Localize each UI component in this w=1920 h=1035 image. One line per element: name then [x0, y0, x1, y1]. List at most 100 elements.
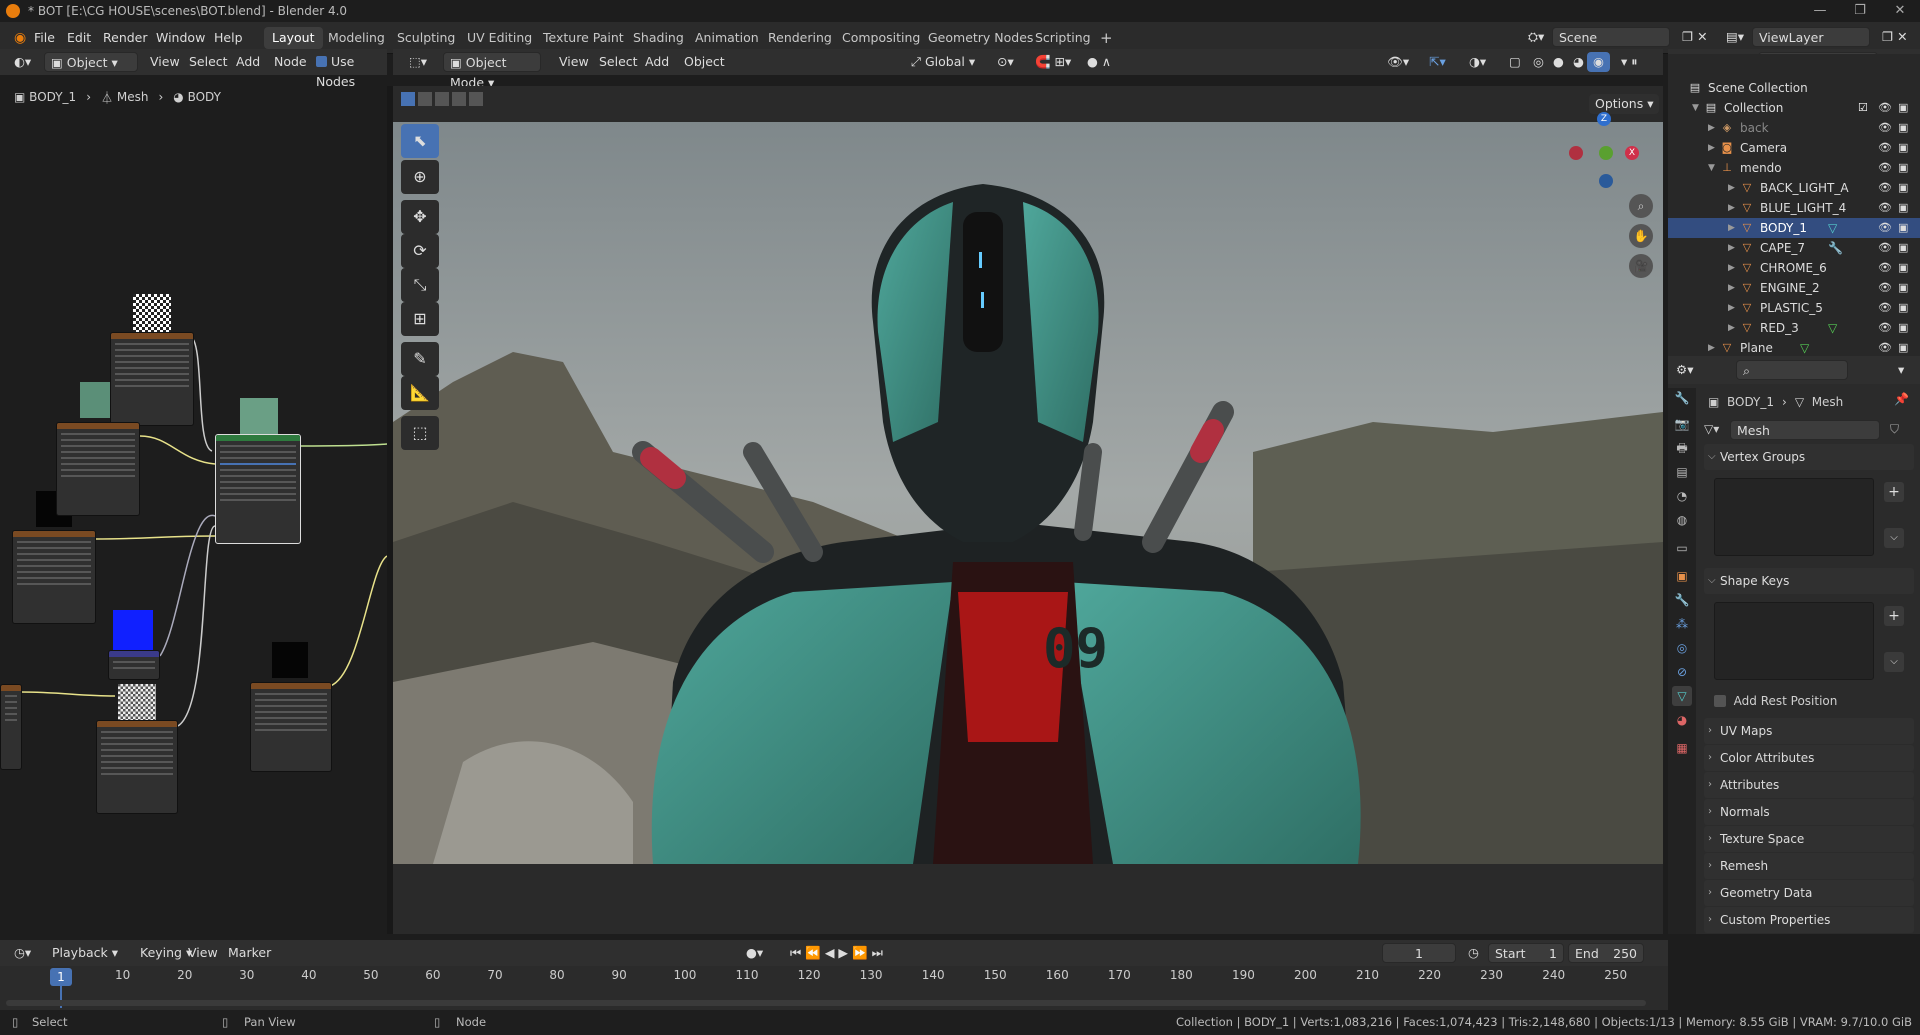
eye-icon[interactable]: 👁	[1878, 158, 1892, 178]
overlay-icon[interactable]: ◑▾	[1463, 52, 1492, 72]
shader-node-editor[interactable]: ▣ BODY_1 › ⏃ Mesh › ◕ BODY	[0, 86, 387, 934]
select-box-tool[interactable]: ⬉	[401, 124, 439, 158]
shading-options-icon[interactable]: ▾ ⏸	[1615, 52, 1644, 72]
tab-scripting[interactable]: Scripting	[1027, 27, 1099, 49]
expand-icon[interactable]: ▼	[1692, 98, 1699, 118]
navigation-gizmo[interactable]: Z X	[1569, 112, 1645, 188]
normal-map-node[interactable]	[108, 650, 160, 680]
axis-y-icon[interactable]	[1599, 146, 1613, 160]
checkbox-icon[interactable]: ☑	[1858, 98, 1868, 118]
zoom-icon[interactable]: ⌕	[1629, 194, 1653, 218]
camera-render-icon[interactable]: ▣	[1898, 258, 1908, 278]
select-new-icon[interactable]	[401, 92, 415, 106]
node-menu-view[interactable]: View	[144, 52, 186, 72]
menu-edit[interactable]: Edit	[61, 28, 97, 48]
expand-icon[interactable]: ▶	[1728, 258, 1735, 278]
expand-icon[interactable]: ▶	[1708, 338, 1715, 358]
mesh-data-icon[interactable]: ▽	[1828, 218, 1837, 238]
texture-tab-icon[interactable]: ▦	[1672, 738, 1692, 758]
eye-icon[interactable]: 👁	[1878, 98, 1892, 118]
add-workspace-icon[interactable]: +	[1092, 27, 1121, 49]
camera-render-icon[interactable]: ▣	[1898, 198, 1908, 218]
node-menu-add[interactable]: Add	[230, 52, 266, 72]
tab-compositing[interactable]: Compositing	[834, 27, 928, 49]
camera-render-icon[interactable]: ▣	[1898, 118, 1908, 138]
timeline-editor[interactable]: ◷▾ Playback ▾ Keying ▾ View Marker ●▾ ⏮⏪…	[0, 940, 1668, 1010]
expand-icon[interactable]: ▶	[1728, 278, 1735, 298]
principled-bsdf-node[interactable]	[215, 434, 301, 544]
expand-icon[interactable]: ▶	[1708, 138, 1715, 158]
pan-hand-icon[interactable]: ✋	[1629, 224, 1653, 248]
section-normals[interactable]: › Normals	[1704, 799, 1914, 825]
mode-select[interactable]: ▣ Object Mode ▾	[443, 52, 541, 90]
outliner-row[interactable]: ▶ ▽ Plane ▽ 👁 ▣	[1668, 338, 1920, 358]
viewport-menu-view[interactable]: View	[553, 52, 595, 72]
outliner-row[interactable]: ▶ ▽ PLASTIC_5 👁 ▣	[1668, 298, 1920, 318]
output-tab-icon[interactable]: 🖶	[1672, 438, 1692, 458]
editor-type-icon[interactable]: ◐▾	[8, 52, 37, 72]
eye-icon[interactable]: 👁	[1878, 298, 1892, 318]
eye-icon[interactable]: 👁	[1878, 218, 1892, 238]
camera-render-icon[interactable]: ▣	[1898, 138, 1908, 158]
scene-icon[interactable]: ⛭▾	[1522, 27, 1550, 47]
eye-icon[interactable]: 👁	[1878, 138, 1892, 158]
image-texture-node[interactable]	[250, 682, 332, 772]
image-texture-node[interactable]	[0, 684, 22, 770]
tab-geometry-nodes[interactable]: Geometry Nodes	[920, 27, 1041, 49]
constraints-tab-icon[interactable]: ⊘	[1672, 662, 1692, 682]
outliner-row[interactable]: ▶ ◙ Camera 👁 ▣	[1668, 138, 1920, 158]
close-icon[interactable]: ✕	[1880, 0, 1920, 22]
options-dropdown[interactable]: Options ▾	[1589, 94, 1660, 114]
expand-icon[interactable]: ▼	[1708, 158, 1715, 178]
transform-orientation[interactable]: ⤢ Global ▾	[905, 52, 981, 72]
render-tab-icon[interactable]: 📷	[1672, 414, 1692, 434]
eye-icon[interactable]: 👁	[1878, 238, 1892, 258]
eye-icon[interactable]: 👁	[1878, 178, 1892, 198]
camera-render-icon[interactable]: ▣	[1898, 298, 1908, 318]
properties-search-input[interactable]: ⌕	[1736, 360, 1848, 380]
select-mode-buttons[interactable]	[401, 92, 491, 110]
object-tab-icon[interactable]: ▣	[1672, 566, 1692, 586]
move-tool-icon[interactable]: ✥	[401, 200, 439, 234]
rendered-shading-icon[interactable]: ◉	[1587, 52, 1610, 72]
mesh-name-field[interactable]: Mesh	[1730, 420, 1880, 440]
outliner-row[interactable]: ▼ ⊥ mendo 👁 ▣	[1668, 158, 1920, 178]
camera-render-icon[interactable]: ▣	[1898, 338, 1908, 358]
modifier-wrench-icon[interactable]: 🔧	[1828, 238, 1843, 258]
cursor-tool-icon[interactable]: ⊕	[401, 160, 439, 194]
expand-icon[interactable]: ▶	[1728, 318, 1735, 338]
image-texture-node[interactable]	[110, 332, 194, 426]
shader-type-select[interactable]: ▣ Object ▾	[44, 52, 138, 72]
snap-icon[interactable]: 🧲 ⊞▾	[1029, 52, 1077, 72]
image-texture-node[interactable]	[12, 530, 96, 624]
expand-icon[interactable]: ▶	[1708, 118, 1715, 138]
viewport-menu-object[interactable]: Object	[678, 52, 731, 72]
axis-neg-z-icon[interactable]	[1599, 174, 1613, 188]
vertex-group-menu-icon[interactable]: ⌵	[1884, 528, 1904, 548]
transform-tool-icon[interactable]: ⊞	[401, 302, 439, 336]
select-intersect-icon[interactable]	[469, 92, 483, 106]
expand-icon[interactable]: ▶	[1728, 238, 1735, 258]
use-nodes-checkbox[interactable]: Use Nodes	[310, 52, 387, 89]
pivot-icon[interactable]: ⊙▾	[991, 52, 1020, 72]
particles-tab-icon[interactable]: ⁂	[1672, 614, 1692, 634]
camera-render-icon[interactable]: ▣	[1898, 278, 1908, 298]
tab-layout[interactable]: Layout	[264, 27, 323, 49]
image-texture-node[interactable]	[56, 422, 140, 516]
new-scene-icon[interactable]: ❐ ✕	[1676, 27, 1714, 47]
camera-render-icon[interactable]: ▣	[1898, 238, 1908, 258]
outliner-row[interactable]: ▶ ▽ ENGINE_2 👁 ▣	[1668, 278, 1920, 298]
expand-icon[interactable]: ▶	[1728, 198, 1735, 218]
menu-file[interactable]: File	[28, 28, 61, 48]
material-tab-icon[interactable]: ◕	[1672, 710, 1692, 730]
timeline-scrollbar[interactable]	[6, 1000, 1646, 1006]
add-rest-position-checkbox[interactable]: Add Rest Position	[1714, 692, 1837, 710]
expand-icon[interactable]: ▶	[1728, 178, 1735, 198]
camera-render-icon[interactable]: ▣	[1898, 318, 1908, 338]
tab-texture-paint[interactable]: Texture Paint	[535, 27, 632, 49]
section-custom-properties[interactable]: › Custom Properties	[1704, 907, 1914, 933]
menu-window[interactable]: Window	[150, 28, 211, 48]
axis-neg-x-icon[interactable]	[1569, 146, 1583, 160]
mesh-data-tab-icon[interactable]: ▽	[1672, 686, 1692, 706]
scene-tab-icon[interactable]: ◔	[1672, 486, 1692, 506]
